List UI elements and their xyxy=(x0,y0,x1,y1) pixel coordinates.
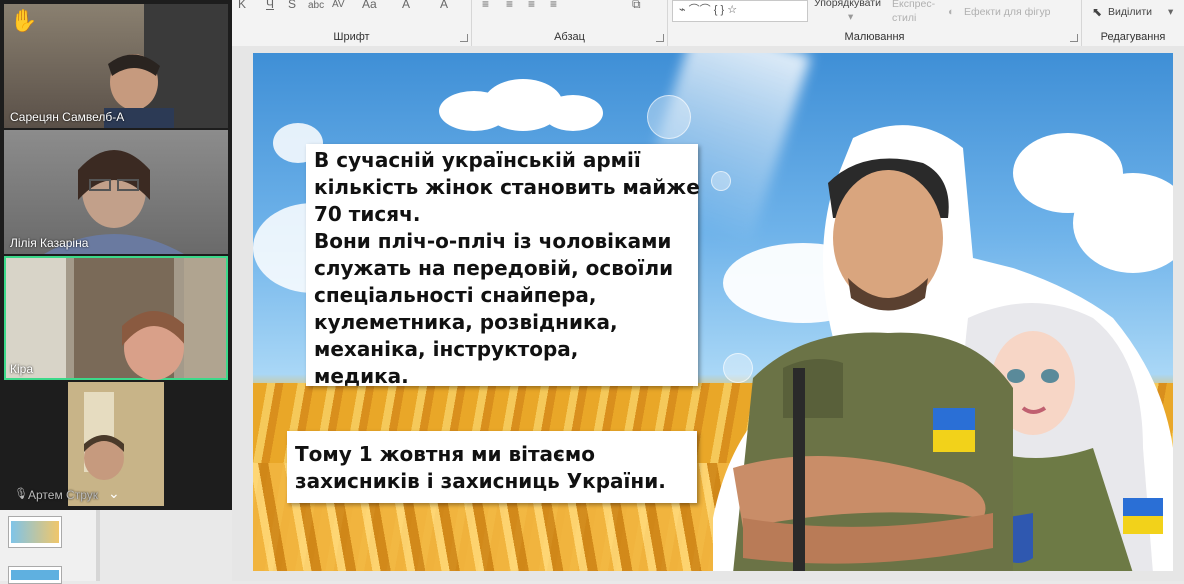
main-text-line: Вони пліч-о-пліч із чоловіками xyxy=(314,229,672,253)
greeting-line: захисників і захисниць України. xyxy=(295,469,666,493)
shape-effects-icon[interactable]: ◐ xyxy=(948,6,954,18)
align-center-icon[interactable]: ≡ xyxy=(506,0,513,11)
video-panel: ✋ Сарецян Самвелб-А Лілія Казаріна Кіра xyxy=(0,0,232,510)
slide-thumbnail[interactable] xyxy=(8,566,62,584)
arrange-dropdown-icon[interactable]: ▾ xyxy=(848,11,853,23)
justify-icon[interactable]: ≡ xyxy=(550,0,557,11)
font-dialog-launcher[interactable] xyxy=(460,34,468,42)
arrange-button[interactable]: Упорядкувати xyxy=(814,0,881,9)
drawing-group-label: Малювання xyxy=(844,31,905,43)
greeting-text-box[interactable]: Тому 1 жовтня ми вітаємо захисників і за… xyxy=(287,431,697,503)
italic-icon[interactable]: K xyxy=(238,0,246,11)
participant-name: Кіра xyxy=(10,362,34,376)
change-case-icon[interactable]: Aa xyxy=(362,0,377,11)
char-spacing-icon[interactable]: AV xyxy=(332,0,345,10)
quick-styles-button[interactable]: Експрес-стилі xyxy=(892,0,942,25)
participant-name: Лілія Казаріна xyxy=(10,236,89,250)
participant-tile[interactable]: 🎙 Артем Струк ⌄ xyxy=(4,382,228,506)
main-text-line: спеціальності снайпера, xyxy=(314,283,597,307)
smartart-icon[interactable]: ⧉ xyxy=(632,0,641,12)
select-button[interactable]: Виділити xyxy=(1108,6,1152,18)
main-text-line: В сучасній українській армії xyxy=(314,148,641,172)
shape-effects-button[interactable]: Ефекти для фігур xyxy=(964,6,1050,18)
raise-hand-icon: ✋ xyxy=(10,8,38,33)
main-text-line: механіка, інструктора, xyxy=(314,337,579,361)
shadow-icon[interactable]: S xyxy=(288,0,296,11)
main-text-line: служать на передовій, освоїли xyxy=(314,256,674,280)
paragraph-dialog-launcher[interactable] xyxy=(656,34,664,42)
slide-canvas[interactable]: В сучасній українській армії кількість ж… xyxy=(253,53,1173,571)
editing-group: ⬉ Виділити ▾ Редагування xyxy=(1082,0,1184,46)
select-cursor-icon: ⬉ xyxy=(1092,5,1103,19)
slide-thumbnails xyxy=(0,510,100,584)
main-text-line: 70 тисяч. xyxy=(314,202,421,226)
cloud xyxy=(543,95,603,131)
slide-thumbnail[interactable] xyxy=(8,516,62,548)
paragraph-group: ≡ ≡ ≡ ≡ ⧉ Абзац xyxy=(472,0,668,46)
flag-patch xyxy=(933,408,975,430)
main-text-line: медика. xyxy=(314,364,409,388)
main-text-box[interactable]: В сучасній українській армії кількість ж… xyxy=(306,144,700,388)
font-group: K Ч S abc AV Aa A A Шрифт xyxy=(232,0,472,46)
participant-name: Артем Струк xyxy=(28,488,98,502)
drawing-dialog-launcher[interactable] xyxy=(1070,34,1078,42)
select-dropdown-icon[interactable]: ▾ xyxy=(1168,6,1173,18)
participant-tile-active-speaker[interactable]: Кіра xyxy=(4,256,228,380)
drawing-group: ⌁ ⌒⌒ { } ☆ Упорядкувати ▾ Експрес-стилі … xyxy=(668,0,1082,46)
scrollbar[interactable] xyxy=(96,510,100,581)
align-left-icon[interactable]: ≡ xyxy=(482,0,489,11)
font-group-label: Шрифт xyxy=(333,31,370,43)
paragraph-group-label: Абзац xyxy=(554,31,585,43)
rifle xyxy=(793,368,805,571)
underline-icon[interactable]: Ч xyxy=(266,0,274,11)
main-text-line: кулеметника, розвідника, xyxy=(314,310,618,334)
soldiers-illustration xyxy=(713,125,1173,571)
main-text-line: кількість жінок становить майже xyxy=(314,175,700,199)
bubble xyxy=(647,95,691,139)
strikethrough-icon[interactable]: abc xyxy=(308,0,324,11)
participant-tile[interactable]: ✋ Сарецян Самвелб-А xyxy=(4,4,228,128)
participant-tile[interactable]: Лілія Казаріна xyxy=(4,130,228,254)
align-right-icon[interactable]: ≡ xyxy=(528,0,535,11)
greeting-line: Тому 1 жовтня ми вітаємо xyxy=(295,442,595,466)
chevron-down-icon[interactable]: ⌄ xyxy=(108,485,120,502)
clear-format-icon[interactable]: A xyxy=(402,0,410,11)
font-color-icon[interactable]: A xyxy=(440,0,448,11)
participant-video xyxy=(6,258,226,380)
mic-muted-icon: 🎙 xyxy=(14,488,28,500)
shapes-gallery[interactable]: ⌁ ⌒⌒ { } ☆ xyxy=(672,0,808,22)
editing-group-label: Редагування xyxy=(1100,31,1166,43)
participant-name: Сарецян Самвелб-А xyxy=(10,110,125,124)
